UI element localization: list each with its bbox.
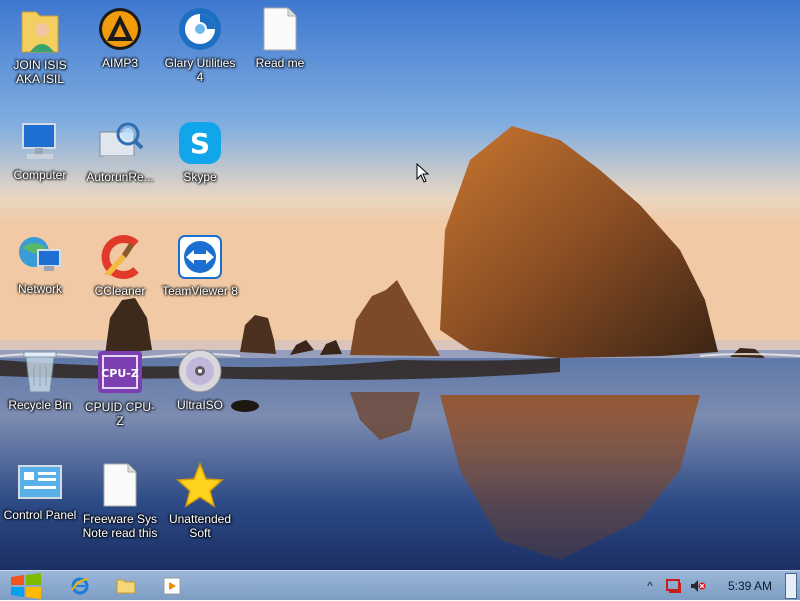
text-document-icon xyxy=(240,6,320,52)
ccleaner-icon xyxy=(80,234,160,280)
aimp-icon xyxy=(80,6,160,52)
star-icon xyxy=(160,462,240,508)
computer-icon xyxy=(0,120,80,164)
recycle-bin-icon xyxy=(0,348,80,394)
tray-action-center[interactable] xyxy=(664,576,684,596)
autorun-icon xyxy=(80,120,160,166)
desktop-icon-teamviewer-8[interactable]: TeamViewer 8 xyxy=(160,228,240,338)
internet-explorer-icon xyxy=(71,577,89,595)
desktop-icon-label: Skype xyxy=(183,170,217,184)
desktop-icon-network[interactable]: Network xyxy=(0,228,80,338)
desktop-icon-read-me[interactable]: Read me xyxy=(240,0,320,110)
media-player-icon xyxy=(163,577,181,595)
desktop-icon-label: CPUID CPU-Z xyxy=(84,400,155,428)
glary-utilities-icon xyxy=(160,6,240,52)
svg-text:CPU-Z: CPU-Z xyxy=(101,367,139,380)
desktop[interactable]: JOIN ISIS AKA ISIL AIMP3 Glary Utilities 4… xyxy=(0,0,800,570)
desktop-icon-glary-utilities-4[interactable]: Glary Utilities 4 xyxy=(160,0,240,110)
windows-logo-icon xyxy=(11,573,41,599)
teamviewer-icon xyxy=(160,234,240,280)
svg-text:S: S xyxy=(190,127,210,160)
taskbar: ^ 5:39 AM xyxy=(0,570,800,600)
network-icon xyxy=(0,234,80,278)
mouse-cursor-icon xyxy=(416,163,430,183)
desktop-icon-label: AIMP3 xyxy=(101,56,138,70)
desktop-icon-label: UltraISO xyxy=(176,398,223,412)
tray-chevron[interactable]: ^ xyxy=(640,576,660,596)
taskbar-internet-explorer[interactable] xyxy=(62,572,98,600)
desktop-icon-autorunre[interactable]: AutorunRe... xyxy=(80,114,160,224)
desktop-icon-label: Computer xyxy=(13,168,67,182)
desktop-icon-ccleaner[interactable]: CCleaner xyxy=(80,228,160,338)
desktop-icon-join-isis-aka-isil[interactable]: JOIN ISIS AKA ISIL xyxy=(0,0,80,110)
desktop-icon-label: CCleaner xyxy=(94,284,146,298)
skype-icon: S xyxy=(160,120,240,166)
desktop-icon-label: AutorunRe... xyxy=(86,170,154,184)
desktop-icon-label: Freeware Sys Note read this xyxy=(82,512,158,540)
start-button[interactable] xyxy=(4,572,48,600)
show-desktop-button[interactable] xyxy=(785,573,797,599)
desktop-icon-recycle-bin[interactable]: Recycle Bin xyxy=(0,342,80,452)
file-explorer-icon xyxy=(116,579,136,594)
action-center-icon xyxy=(666,579,681,593)
taskbar-file-explorer[interactable] xyxy=(108,572,144,600)
desktop-icon-freeware-sys-note-read-this[interactable]: Freeware Sys Note read this xyxy=(80,456,160,566)
desktop-icon-label: Control Panel xyxy=(3,508,77,522)
desktop-icon-label: Glary Utilities 4 xyxy=(164,56,236,84)
volume-muted-icon xyxy=(691,580,706,592)
tray-volume[interactable] xyxy=(688,576,708,596)
desktop-icon-label: Network xyxy=(17,282,62,296)
desktop-icon-label: Unattended Soft xyxy=(168,512,232,540)
desktop-icon-unattended-soft[interactable]: Unattended Soft xyxy=(160,456,240,566)
desktop-icon-aimp3[interactable]: AIMP3 xyxy=(80,0,160,110)
desktop-icon-label: Recycle Bin xyxy=(8,398,72,412)
desktop-icon-label: JOIN ISIS AKA ISIL xyxy=(13,58,67,86)
desktop-icon-control-panel[interactable]: Control Panel xyxy=(0,456,80,566)
text-document-icon xyxy=(80,462,160,508)
cpuz-icon: CPU-Z xyxy=(80,348,160,396)
desktop-icon-label: Read me xyxy=(255,56,305,70)
show-hidden-icons-icon: ^ xyxy=(647,579,653,593)
disc-icon xyxy=(160,348,240,394)
desktop-icon-cpuid-cpu-z[interactable]: CPU-Z CPUID CPU-Z xyxy=(80,342,160,452)
desktop-icon-computer[interactable]: Computer xyxy=(0,114,80,224)
desktop-icon-ultraiso[interactable]: UltraISO xyxy=(160,342,240,452)
control-panel-icon xyxy=(0,462,80,504)
clock[interactable]: 5:39 AM xyxy=(720,571,780,601)
desktop-icon-label: TeamViewer 8 xyxy=(162,284,238,298)
taskbar-media-player[interactable] xyxy=(154,572,190,600)
user-folder-icon xyxy=(0,6,80,54)
desktop-icon-skype[interactable]: S Skype xyxy=(160,114,240,224)
